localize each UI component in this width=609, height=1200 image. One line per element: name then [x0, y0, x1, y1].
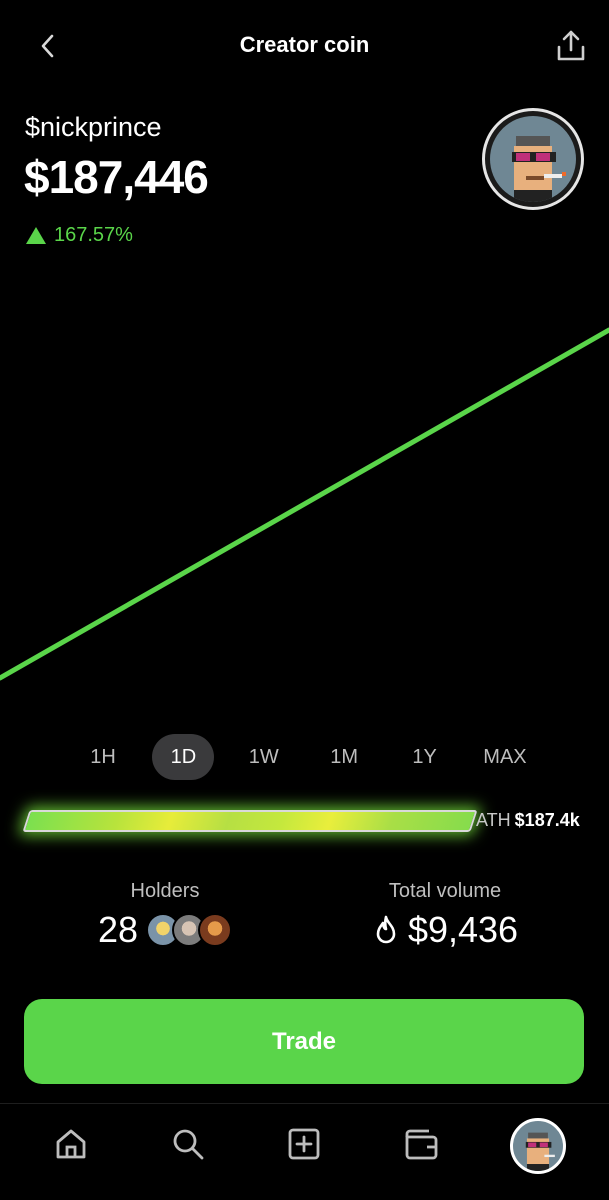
page-title: Creator coin [239, 32, 370, 57]
price-change-value: 167.57% [54, 224, 133, 246]
range-tab-max[interactable]: MAX [474, 734, 536, 780]
price-change: 167.57% [26, 224, 133, 247]
range-tab-1w[interactable]: 1W [233, 734, 295, 780]
search-icon [173, 1129, 204, 1160]
coin-price: $187,446 [24, 151, 209, 203]
range-tab-1h[interactable]: 1H [72, 734, 134, 780]
range-tab-1m[interactable]: 1M [313, 734, 375, 780]
holder-avatar [198, 913, 233, 947]
trade-button[interactable]: Trade [24, 999, 584, 1084]
share-button[interactable] [551, 26, 591, 66]
top-bar: Creator coin [0, 0, 609, 92]
ath-label: ATH $187.4k [476, 810, 580, 831]
bottom-tab-bar [0, 1103, 609, 1200]
holders-stat[interactable]: Holders 28 [90, 880, 240, 951]
ath-progress-bar [22, 810, 478, 832]
volume-value: $9,436 [407, 909, 519, 950]
ath-progress: ATH $187.4k [18, 806, 598, 836]
create-icon [288, 1128, 320, 1160]
volume-stat: Total volume $9,436 [360, 880, 530, 951]
tab-profile-avatar[interactable] [510, 1118, 566, 1174]
tab-search[interactable] [166, 1122, 210, 1166]
range-tab-1d[interactable]: 1D [152, 734, 215, 780]
tab-create[interactable] [282, 1122, 326, 1166]
wallet-icon [405, 1129, 438, 1160]
range-tab-1y[interactable]: 1Y [394, 734, 456, 780]
creator-avatar[interactable] [482, 108, 584, 210]
flame-icon [376, 915, 396, 944]
pixel-face-icon [512, 136, 566, 202]
holders-label: Holders [130, 880, 200, 902]
price-chart [0, 327, 609, 681]
tab-wallet[interactable] [400, 1122, 444, 1166]
ath-label-text: ATH [476, 810, 511, 830]
time-range-selector: 1H 1D 1W 1M 1Y MAX [72, 734, 536, 780]
ath-value: $187.4k [514, 810, 580, 830]
holder-avatars [146, 913, 233, 947]
home-icon [56, 1129, 86, 1159]
tab-home[interactable] [49, 1122, 93, 1166]
triangle-up-icon [26, 227, 46, 244]
chart-line-series [0, 327, 609, 681]
share-icon [557, 30, 585, 61]
coin-ticker: $nickprince [25, 112, 162, 142]
pixel-face-icon [525, 1132, 555, 1171]
volume-label: Total volume [388, 880, 502, 902]
holders-count: 28 [97, 909, 139, 950]
